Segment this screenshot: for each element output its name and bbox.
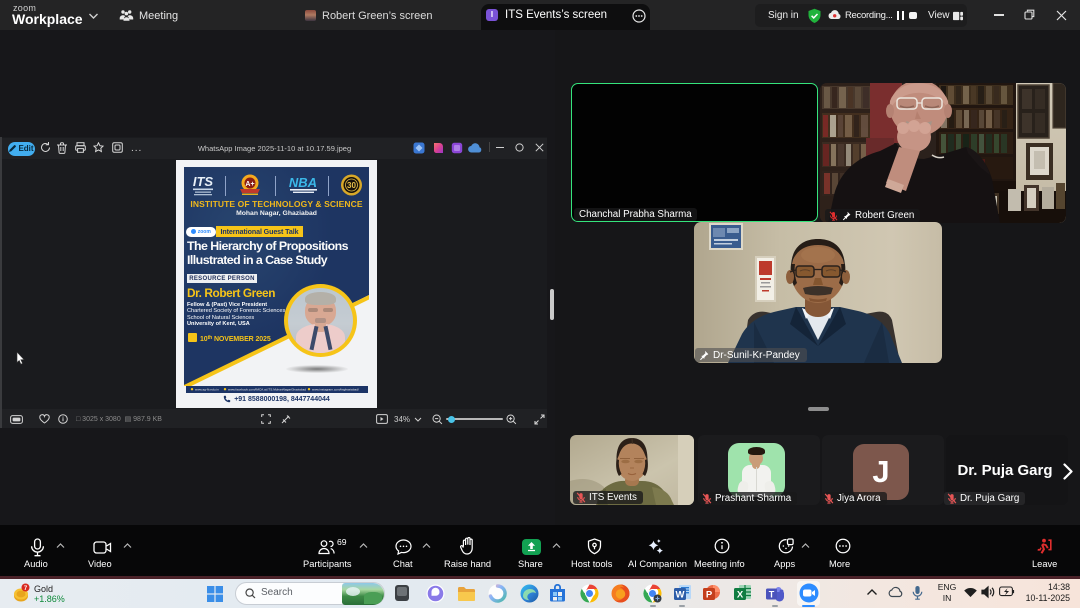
svg-text:T: T xyxy=(769,590,775,600)
svg-text:www.facebook.com/IMCA.at.ITS.M: www.facebook.com/IMCA.at.ITS.MohanNagarG… xyxy=(228,387,306,391)
svg-text:ITS: ITS xyxy=(193,174,214,189)
svg-text:30: 30 xyxy=(347,181,356,190)
svg-text:P: P xyxy=(706,590,713,601)
svg-text:X: X xyxy=(737,590,744,601)
svg-text:NBA: NBA xyxy=(289,175,317,190)
svg-text:www.instagram.com/itsghaziabad: www.instagram.com/itsghaziabad/ xyxy=(312,387,359,391)
svg-text:W: W xyxy=(676,590,685,601)
svg-text:www.ag-fb.edu.in: www.ag-fb.edu.in xyxy=(195,387,219,391)
svg-text:A+: A+ xyxy=(245,181,254,188)
